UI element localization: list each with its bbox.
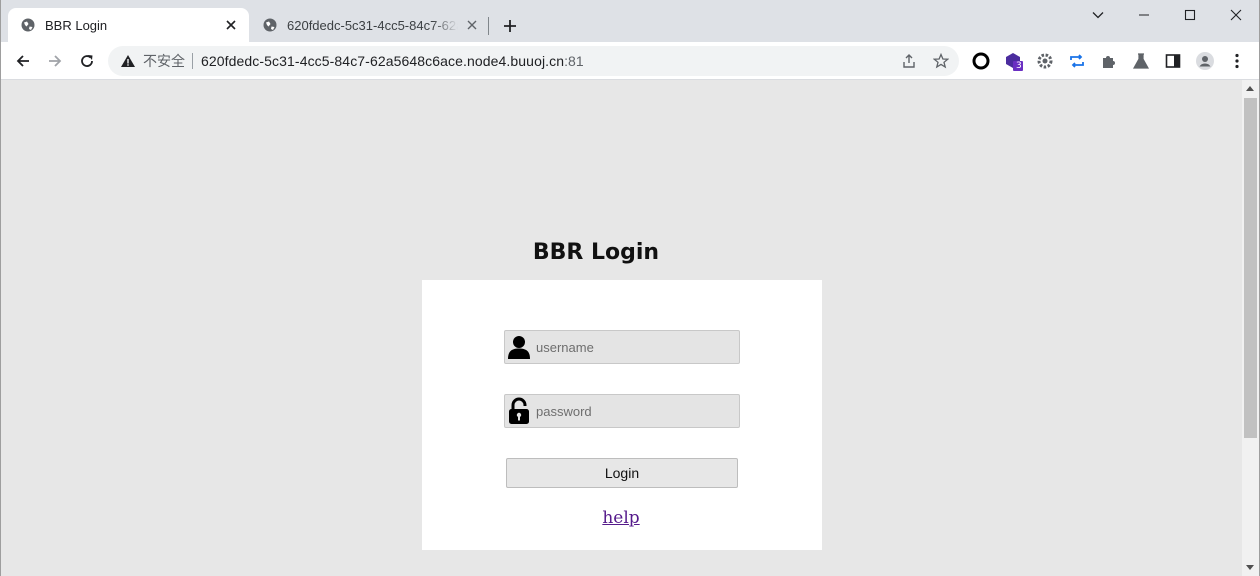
username-input[interactable] xyxy=(536,339,736,355)
extension-gear-icon[interactable] xyxy=(1035,51,1055,71)
url-host: 620fdedc-5c31-4cc5-84c7-62a5648c6ace.nod… xyxy=(201,53,565,69)
security-label[interactable]: 不安全 xyxy=(143,51,185,71)
puzzle-icon[interactable] xyxy=(1099,51,1119,71)
login-button[interactable]: Login xyxy=(506,458,738,488)
globe-icon xyxy=(263,18,277,32)
tab-separator xyxy=(488,17,489,35)
password-input[interactable] xyxy=(536,403,736,419)
tab-bbr-login[interactable]: BBR Login xyxy=(8,8,249,42)
plus-icon xyxy=(504,20,516,32)
globe-icon xyxy=(21,18,35,32)
star-icon[interactable] xyxy=(933,53,949,69)
minimize-icon xyxy=(1139,14,1149,16)
back-button[interactable] xyxy=(9,47,37,75)
address-bar[interactable]: 不安全 620fdedc-5c31-4cc5-84c7-62a5648c6ace… xyxy=(108,46,959,76)
maximize-button[interactable] xyxy=(1167,0,1213,30)
extension-repeat-icon[interactable] xyxy=(1067,51,1087,71)
window-border xyxy=(0,0,1,576)
username-field[interactable] xyxy=(504,330,740,364)
close-icon xyxy=(1230,9,1242,21)
url-port: :81 xyxy=(564,53,584,69)
extension-hexagon-icon[interactable]: 3 xyxy=(1004,51,1024,71)
extension-record-icon[interactable] xyxy=(971,51,991,71)
vertical-scrollbar[interactable] xyxy=(1242,80,1259,576)
tab-strip: BBR Login 620fdedc-5c31-4cc5-84c7-62a564… xyxy=(0,0,1260,42)
scroll-down-arrow-icon[interactable] xyxy=(1246,565,1254,570)
forward-icon xyxy=(49,55,62,67)
back-icon xyxy=(16,55,29,67)
page-title: BBR Login xyxy=(532,240,660,265)
close-window-button[interactable] xyxy=(1213,0,1259,30)
tab-search-button[interactable] xyxy=(1075,0,1121,30)
lock-icon xyxy=(505,396,533,426)
maximize-icon xyxy=(1184,9,1196,21)
scrollbar-thumb[interactable] xyxy=(1244,98,1257,438)
reload-icon xyxy=(81,55,93,67)
password-field[interactable] xyxy=(504,394,740,428)
kebab-menu-icon[interactable] xyxy=(1227,51,1247,71)
scroll-up-arrow-icon[interactable] xyxy=(1246,86,1254,91)
flask-icon[interactable] xyxy=(1131,51,1151,71)
divider xyxy=(192,53,193,69)
tab-title: 620fdedc-5c31-4cc5-84c7-62a5648c6ace.nod… xyxy=(287,17,458,33)
browser-toolbar: 不安全 620fdedc-5c31-4cc5-84c7-62a5648c6ace… xyxy=(0,42,1260,80)
chevron-down-icon xyxy=(1092,12,1104,19)
extension-badge: 3 xyxy=(1016,61,1022,71)
side-panel-icon[interactable] xyxy=(1163,51,1183,71)
help-link[interactable]: help xyxy=(521,508,721,528)
tab-url[interactable]: 620fdedc-5c31-4cc5-84c7-62a5648c6ace.nod… xyxy=(250,8,490,42)
profile-icon[interactable] xyxy=(1195,51,1215,71)
forward-button[interactable] xyxy=(41,47,69,75)
close-icon[interactable] xyxy=(223,17,239,33)
warning-icon xyxy=(121,55,135,67)
new-tab-button[interactable] xyxy=(499,15,521,37)
minimize-button[interactable] xyxy=(1121,0,1167,30)
user-icon xyxy=(505,332,533,362)
share-icon[interactable] xyxy=(901,53,917,69)
tab-title: BBR Login xyxy=(45,17,108,33)
close-icon[interactable] xyxy=(464,17,480,33)
reload-button[interactable] xyxy=(73,47,101,75)
